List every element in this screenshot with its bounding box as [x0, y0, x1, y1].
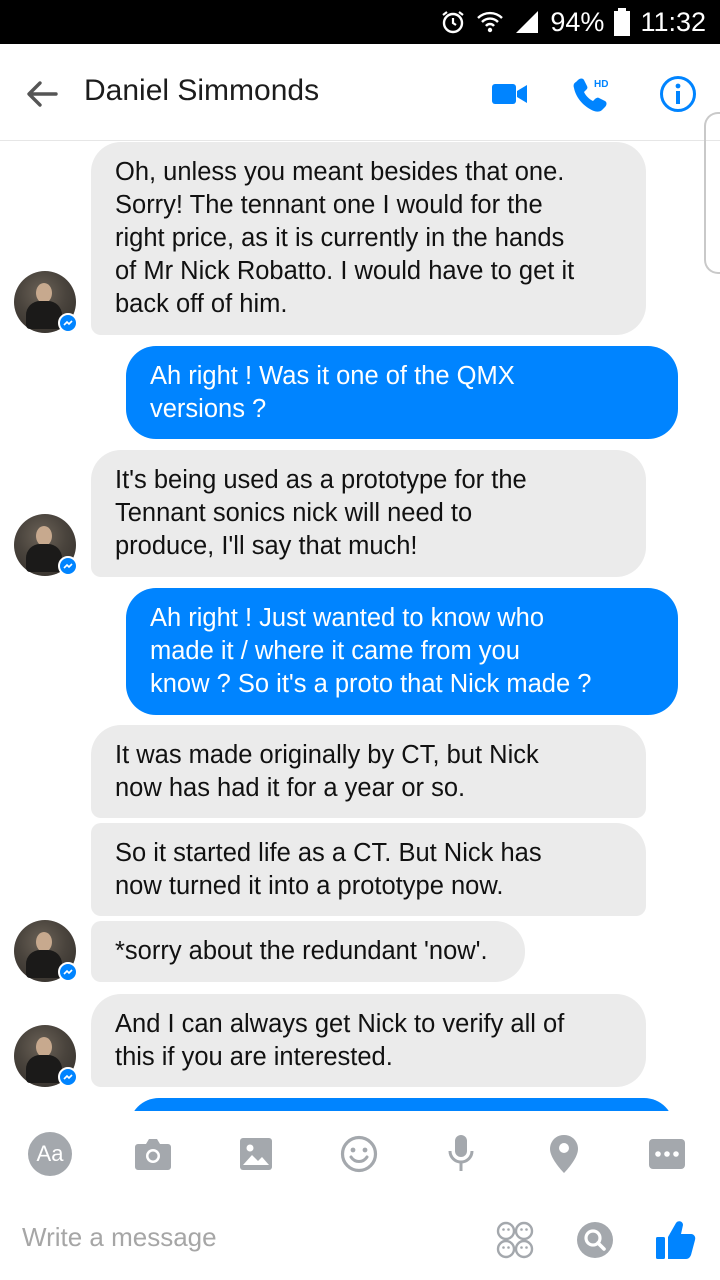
incoming-message-bubble[interactable]: So it started life as a CT. But Nick has…: [91, 823, 646, 916]
outgoing-message-bubble-partial[interactable]: [129, 1098, 674, 1111]
microphone-icon[interactable]: [435, 1132, 487, 1176]
info-icon[interactable]: [654, 70, 702, 118]
contact-avatar[interactable]: [14, 514, 78, 576]
hd-voice-call-icon[interactable]: HD: [570, 70, 618, 118]
text-format-label: Aa: [28, 1132, 72, 1176]
incoming-message-bubble[interactable]: *sorry about the redundant 'now'.: [91, 921, 525, 982]
contact-avatar[interactable]: [14, 1025, 78, 1087]
incoming-message-bubble[interactable]: It's being used as a prototype for the T…: [91, 450, 646, 577]
stickers-icon[interactable]: [491, 1216, 539, 1264]
messenger-badge-icon: [58, 556, 78, 576]
message-composer: Write a message: [0, 1196, 720, 1280]
gallery-icon[interactable]: [230, 1132, 282, 1176]
outgoing-message-bubble[interactable]: Ah right ! Was it one of the QMX version…: [126, 346, 678, 439]
incoming-message-bubble[interactable]: Oh, unless you meant besides that one. S…: [91, 142, 646, 335]
signal-icon: [514, 9, 540, 35]
incoming-message-bubble[interactable]: It was made originally by CT, but Nick n…: [91, 725, 646, 818]
contact-avatar[interactable]: [14, 920, 78, 982]
video-call-icon[interactable]: [486, 70, 534, 118]
alarm-icon: [440, 9, 466, 35]
back-arrow-icon[interactable]: [22, 74, 62, 114]
messenger-badge-icon: [58, 962, 78, 982]
message-list[interactable]: Oh, unless you meant besides that one. S…: [0, 141, 720, 1111]
text-format-icon[interactable]: Aa: [24, 1132, 76, 1176]
outgoing-message-bubble[interactable]: Ah right ! Just wanted to know who made …: [126, 588, 678, 715]
incoming-message-bubble[interactable]: And I can always get Nick to verify all …: [91, 994, 646, 1087]
wifi-icon: [476, 9, 504, 35]
conversation-header: Daniel Simmonds HD: [0, 44, 720, 141]
contact-avatar[interactable]: [14, 271, 78, 333]
messenger-badge-icon: [58, 1067, 78, 1087]
messenger-badge-icon: [58, 313, 78, 333]
composer-toolbar: Aa: [0, 1112, 720, 1196]
svg-text:HD: HD: [594, 79, 608, 90]
battery-percent: 94%: [550, 6, 605, 37]
status-bar: 94% 11:32: [0, 0, 720, 44]
contact-name[interactable]: Daniel Simmonds: [84, 74, 319, 108]
more-icon[interactable]: [641, 1132, 693, 1176]
gif-search-icon[interactable]: [571, 1216, 619, 1264]
battery-icon: [614, 8, 631, 36]
camera-icon[interactable]: [127, 1132, 179, 1176]
message-input[interactable]: Write a message: [22, 1222, 217, 1253]
thumbs-up-icon[interactable]: [651, 1216, 699, 1264]
location-icon[interactable]: [538, 1132, 590, 1176]
emoji-icon[interactable]: [333, 1132, 385, 1176]
clock-time: 11:32: [640, 6, 706, 37]
